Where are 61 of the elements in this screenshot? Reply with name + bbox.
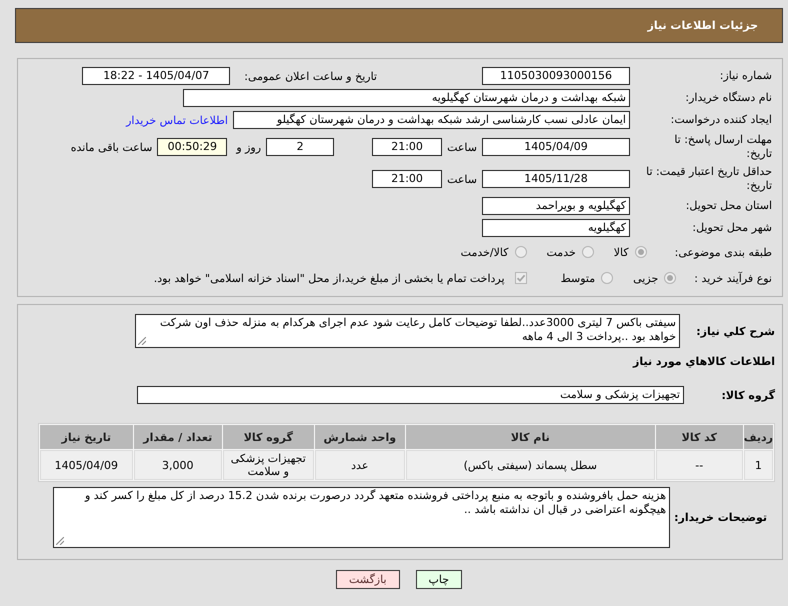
time-label: ساعت (447, 172, 477, 186)
radio-label: جزیی (633, 272, 658, 284)
table-header-cell: نام کالا (406, 425, 655, 449)
date-field[interactable]: 1405/11/28 (482, 170, 630, 188)
table-cell: -- (656, 450, 743, 480)
radio-label: متوسط (560, 272, 596, 284)
time-field[interactable]: 21:00 (372, 138, 442, 156)
section-title: اطلاعات کالاهاي مورد نیاز (632, 354, 775, 370)
field-label: نام دستگاه خریدار: (684, 91, 772, 105)
field-label: شهر محل تحویل: (691, 221, 772, 235)
field-label: مهلت ارسال پاسخ: تا تاریخ: (673, 133, 772, 161)
product-group-field[interactable]: تجهیزات پزشکی و سلامت (137, 386, 684, 404)
page-title: جزئیات اطلاعات نیاز (648, 19, 758, 32)
need-number-field[interactable]: 1105030093000156 (482, 67, 630, 85)
table-cell: عدد (314, 450, 405, 480)
days-label: روز و (236, 140, 262, 154)
field-label: گروه کالا: (720, 388, 775, 402)
buyer-notes-text: هزینه حمل بافروشنده و باتوجه به منبع پرداختی فروشنده متعهد گردد درصورت برنده شدن 15.2 درصد از کل مبلغ را کسر کند و هیچگونه اعتراضی در قبال ان نداشته باشد .. (84, 489, 666, 516)
table-header-cell: واحد شمارش (314, 425, 405, 449)
field-label: حداقل تاریخ اعتبار قیمت: تا تاریخ: (645, 165, 772, 193)
contact-info-link[interactable]: اطلاعات تماس خریدار (126, 114, 228, 126)
back-button[interactable]: بازگشت (336, 570, 400, 589)
date-field[interactable]: 1405/04/09 (482, 138, 630, 156)
buyer-org-field[interactable]: شبکه بهداشت و درمان شهرستان کهگیلویه (183, 89, 630, 107)
remaining-label: ساعت باقی مانده (70, 140, 152, 154)
table-header-cell: گروه کالا (222, 425, 314, 449)
city-field[interactable]: کهگیلویه (482, 219, 630, 237)
table-header-cell: ردیف (744, 425, 773, 449)
resize-grip-icon[interactable] (138, 337, 146, 345)
table-header-cell: تاریخ نیاز (40, 425, 133, 449)
announce-date-field[interactable]: 1405/04/07 - 18:22 (82, 67, 230, 85)
radio-label: کالا/خدمت (460, 246, 508, 258)
checkbox-label: پرداخت تمام یا بخشی از مبلغ خرید،از محل "اسناد خزانه اسلامی" خواهد بود. (154, 272, 505, 284)
resize-grip-icon[interactable] (56, 537, 64, 545)
radio-label: کالا (614, 246, 629, 258)
description-textarea[interactable]: سیفتی باکس 7 لیتری 3000عدد..لطفا توضیحات کامل رعایت شود عدم اجرای هرکدام به منزله حذف اون شرکت خواهد بود ..پرداخت 3 الی 4 ماهه (135, 314, 680, 348)
field-label: نوع فرآیند خرید : (694, 272, 772, 284)
field-label: ایجاد کننده درخواست: (670, 113, 772, 127)
field-label: تاریخ و ساعت اعلان عمومی: (244, 70, 377, 82)
radio-label: خدمت (546, 246, 576, 258)
field-label: شماره نیاز: (718, 69, 772, 83)
field-label: توضیحات خریدار: (673, 511, 768, 524)
buyer-notes-textarea[interactable]: هزینه حمل بافروشنده و باتوجه به منبع پرداختی فروشنده متعهد گردد درصورت برنده شدن 15.2 درصد از کل مبلغ را کسر کند و هیچگونه اعتراضی در قبال ان نداشته باشد .. (53, 487, 670, 548)
description-text: سیفتی باکس 7 لیتری 3000عدد..لطفا توضیحات کامل رعایت شود عدم اجرای هرکدام به منزله حذف اون شرکت خواهد بود ..پرداخت 3 الی 4 ماهه (160, 316, 676, 343)
days-field[interactable]: 2 (266, 138, 334, 156)
print-button[interactable]: چاپ (416, 570, 462, 589)
province-field[interactable]: کهگیلویه و بویراحمد (482, 197, 630, 215)
time-label: ساعت (447, 140, 477, 154)
time-field[interactable]: 21:00 (372, 170, 442, 188)
field-label: استان محل تحویل: (684, 199, 772, 213)
table-cell: سطل پسماند (سیفتی باکس) (406, 450, 655, 480)
table-header-cell: کد کالا (656, 425, 743, 449)
field-label: شرح کلي نیاز: (695, 324, 775, 338)
table-cell: تجهیزات پزشکی و سلامت (222, 450, 314, 480)
field-label: طبقه بندی موضوعی: (674, 246, 772, 258)
table-header-cell: تعداد / مقدار (134, 425, 222, 449)
table-cell: 1 (744, 450, 773, 480)
requester-field[interactable]: ایمان عادلی نسب کارشناسی ارشد شبکه بهداشت و درمان شهرستان کهگیلو (233, 111, 630, 129)
table-cell: 1405/04/09 (40, 450, 133, 480)
table-cell: 3,000 (134, 450, 222, 480)
remaining-time-field[interactable]: 00:50:29 (157, 138, 228, 156)
